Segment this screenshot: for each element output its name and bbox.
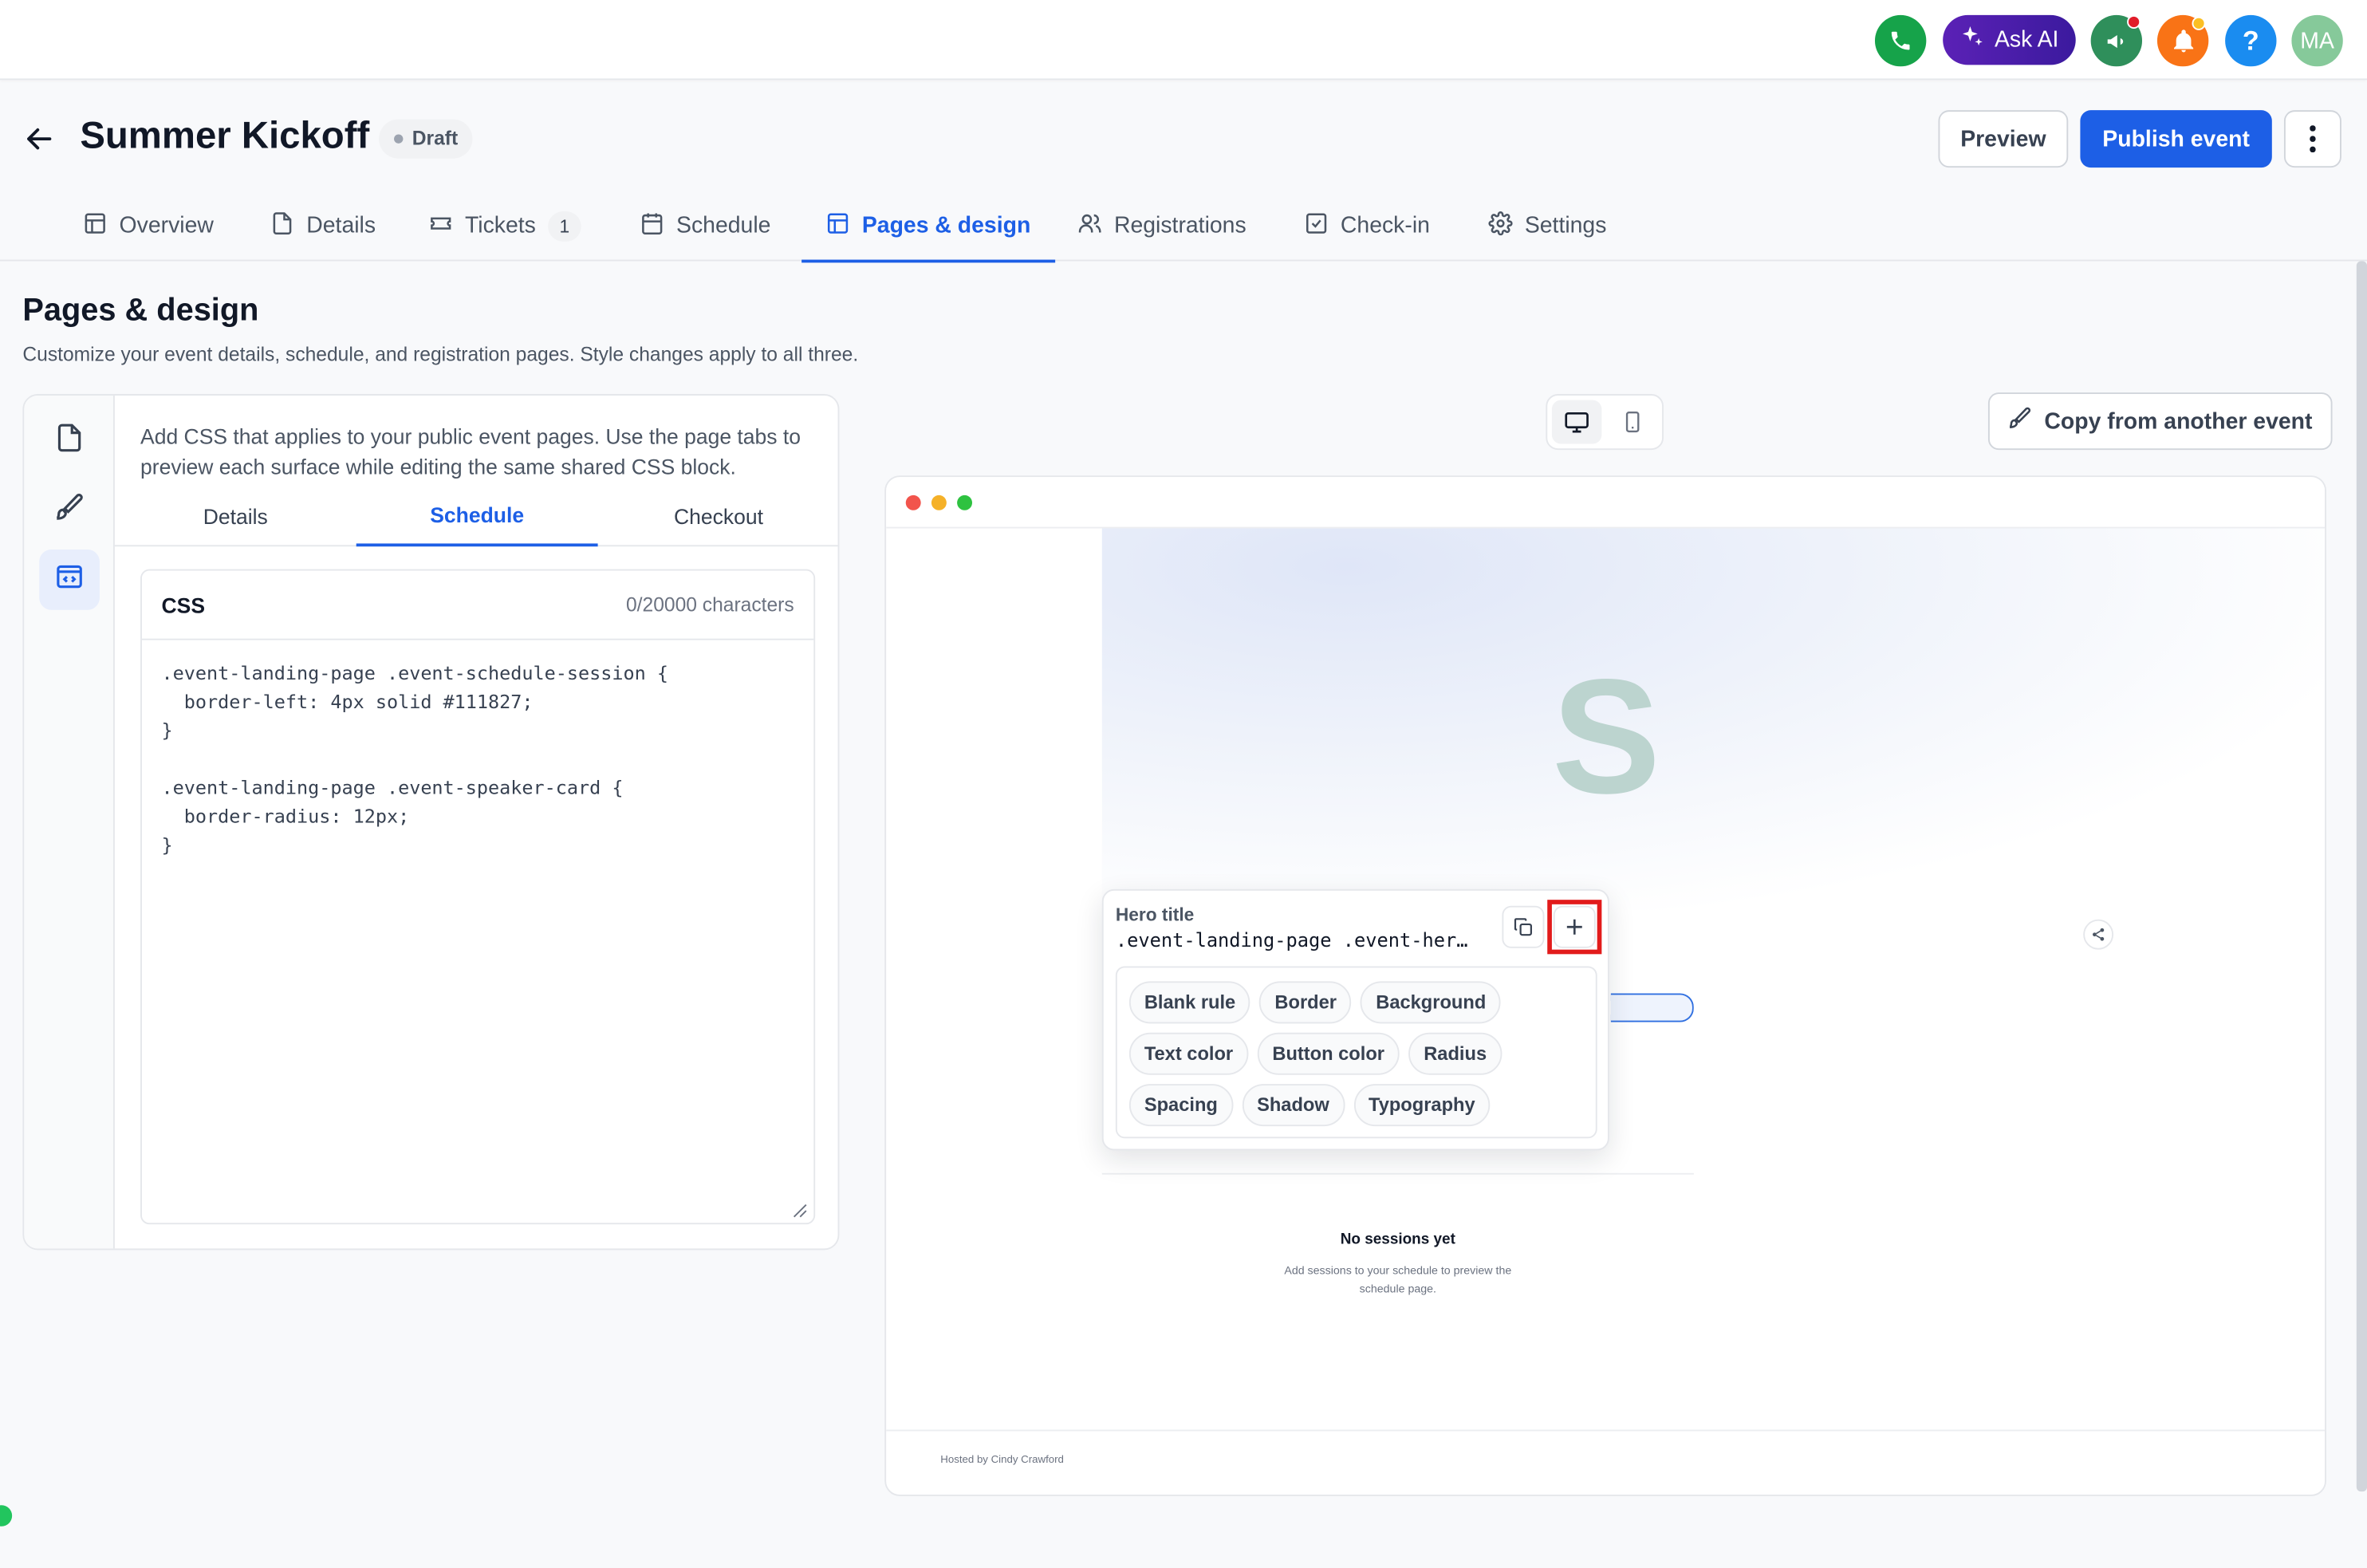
tab-check-in[interactable]: Check-in [1304,191,1430,262]
css-help-text: Add CSS that applies to your public even… [140,424,801,479]
gear-icon [1488,211,1513,241]
page-title: Pages & design [22,293,259,328]
ticket-icon [429,211,453,241]
ask-ai-button[interactable]: Ask AI [1943,14,2076,65]
file-icon [270,211,294,241]
copy-selector-icon[interactable] [1502,905,1545,948]
css-editor-panel: Add CSS that applies to your public even… [22,394,840,1251]
tab-label: Overview [119,212,214,239]
tab-label: Check-in [1340,212,1430,239]
share-icon[interactable] [2083,919,2114,950]
chip-typography[interactable]: Typography [1353,1084,1491,1127]
chip-text-color[interactable]: Text color [1128,1032,1249,1075]
preview-button[interactable]: Preview [1938,110,2069,168]
copy-from-event-label: Copy from another event [2044,408,2313,435]
user-avatar[interactable]: MA [2291,14,2343,67]
css-editor-header: CSS 0/20000 characters [141,571,814,640]
hosted-by-text: Hosted by Cindy Crawford [940,1455,1064,1467]
tab-label: Tickets [465,212,536,239]
tab-label: Settings [1524,212,1607,239]
css-rail-button[interactable] [39,550,100,610]
close-dot [905,494,921,510]
ask-ai-label: Ask AI [1994,27,2059,53]
users-icon [1078,211,1102,241]
css-editor[interactable]: CSS 0/20000 characters .event-landing-pa… [140,569,816,1225]
chip-border[interactable]: Border [1259,981,1352,1024]
tab-schedule[interactable]: Schedule [640,191,771,262]
tab-tickets[interactable]: Tickets 1 [429,191,581,262]
code-window-icon [54,561,85,598]
browser-chrome [886,477,2326,529]
more-options-icon[interactable] [2283,110,2341,168]
css-textarea[interactable]: .event-landing-page .event-schedule-sess… [142,640,813,877]
alert-dot [2192,16,2206,30]
element-selector: .event-landing-page .event-her… [1115,928,1468,951]
hero-section[interactable]: S [1101,528,2326,911]
highlight-box [1547,900,1602,955]
tickets-count-badge: 1 [548,211,581,241]
resize-handle-icon[interactable] [790,1199,808,1218]
chip-button-color[interactable]: Button color [1257,1032,1400,1075]
event-title: Summer Kickoff [80,114,370,157]
editor-side-rail [24,395,115,1249]
checkbox-icon [1304,211,1328,241]
minimize-dot [931,494,947,510]
preview-footer: Hosted by Cindy Crawford [886,1429,2326,1495]
tab-label: Schedule [676,212,771,239]
element-label: Hero title [1115,904,1195,926]
empty-state-subtitle: Add sessions to your schedule to preview… [1284,1263,1512,1296]
calendar-icon [640,211,664,241]
subtab-checkout[interactable]: Checkout [598,487,838,547]
page-subtitle: Customize your event details, schedule, … [22,342,859,366]
chip-spacing[interactable]: Spacing [1128,1084,1233,1127]
top-bar: Ask AI ? MA [0,0,2367,81]
notification-dot [2127,14,2141,29]
hero-letter: S [1551,644,1661,828]
tab-label: Pages & design [861,212,1031,239]
tab-label: Details [306,212,376,239]
tab-registrations[interactable]: Registrations [1078,191,1247,262]
status-indicator [0,1505,13,1527]
chip-radius[interactable]: Radius [1408,1032,1503,1075]
status-badge: Draft [379,119,474,159]
tab-pages-design[interactable]: Pages & design [801,191,1054,263]
divider [1101,1172,1694,1175]
subtab-details[interactable]: Details [115,487,356,547]
subtab-schedule[interactable]: Schedule [356,487,598,547]
help-icon[interactable]: ? [2225,14,2277,67]
back-arrow-icon[interactable] [22,120,57,156]
chip-shadow[interactable]: Shadow [1242,1084,1345,1127]
maximize-dot [957,494,973,510]
phone-icon[interactable] [1874,14,1927,67]
copy-from-event-button[interactable]: Copy from another event [1987,392,2333,451]
rule-presets: Blank rule Border Background Text color … [1115,966,1597,1139]
file-icon [54,422,85,459]
mobile-icon[interactable] [1608,400,1657,444]
tab-details[interactable]: Details [270,191,376,262]
page-subtabs: Details Schedule Checkout [114,487,838,547]
char-count: 0/20000 characters [625,593,794,617]
publish-event-button[interactable]: Publish event [2080,110,2272,168]
pages-rail-button[interactable] [39,411,100,471]
chip-background[interactable]: Background [1361,981,1502,1024]
element-style-popover: Hero title .event-landing-page .event-he… [1101,888,1609,1151]
empty-state-title: No sessions yet [1340,1231,1455,1249]
design-rail-button[interactable] [39,480,100,541]
page-scrollbar[interactable] [2356,261,2367,1492]
layout-icon [83,211,107,241]
tab-label: Registrations [1113,212,1247,239]
brush-icon [54,491,85,529]
layout-icon [825,211,849,241]
css-label: CSS [161,592,206,617]
event-tabs: Overview Details Tickets 1 Schedule Page… [0,191,2367,263]
highlighted-element-outline [1610,993,1694,1022]
desktop-icon[interactable] [1551,400,1602,444]
device-toggle [1546,394,1664,451]
brush-icon [2008,406,2032,436]
chip-blank-rule[interactable]: Blank rule [1128,981,1251,1024]
tab-overview[interactable]: Overview [83,191,214,262]
sparkle-icon [1959,24,1985,56]
tab-settings[interactable]: Settings [1488,191,1606,262]
